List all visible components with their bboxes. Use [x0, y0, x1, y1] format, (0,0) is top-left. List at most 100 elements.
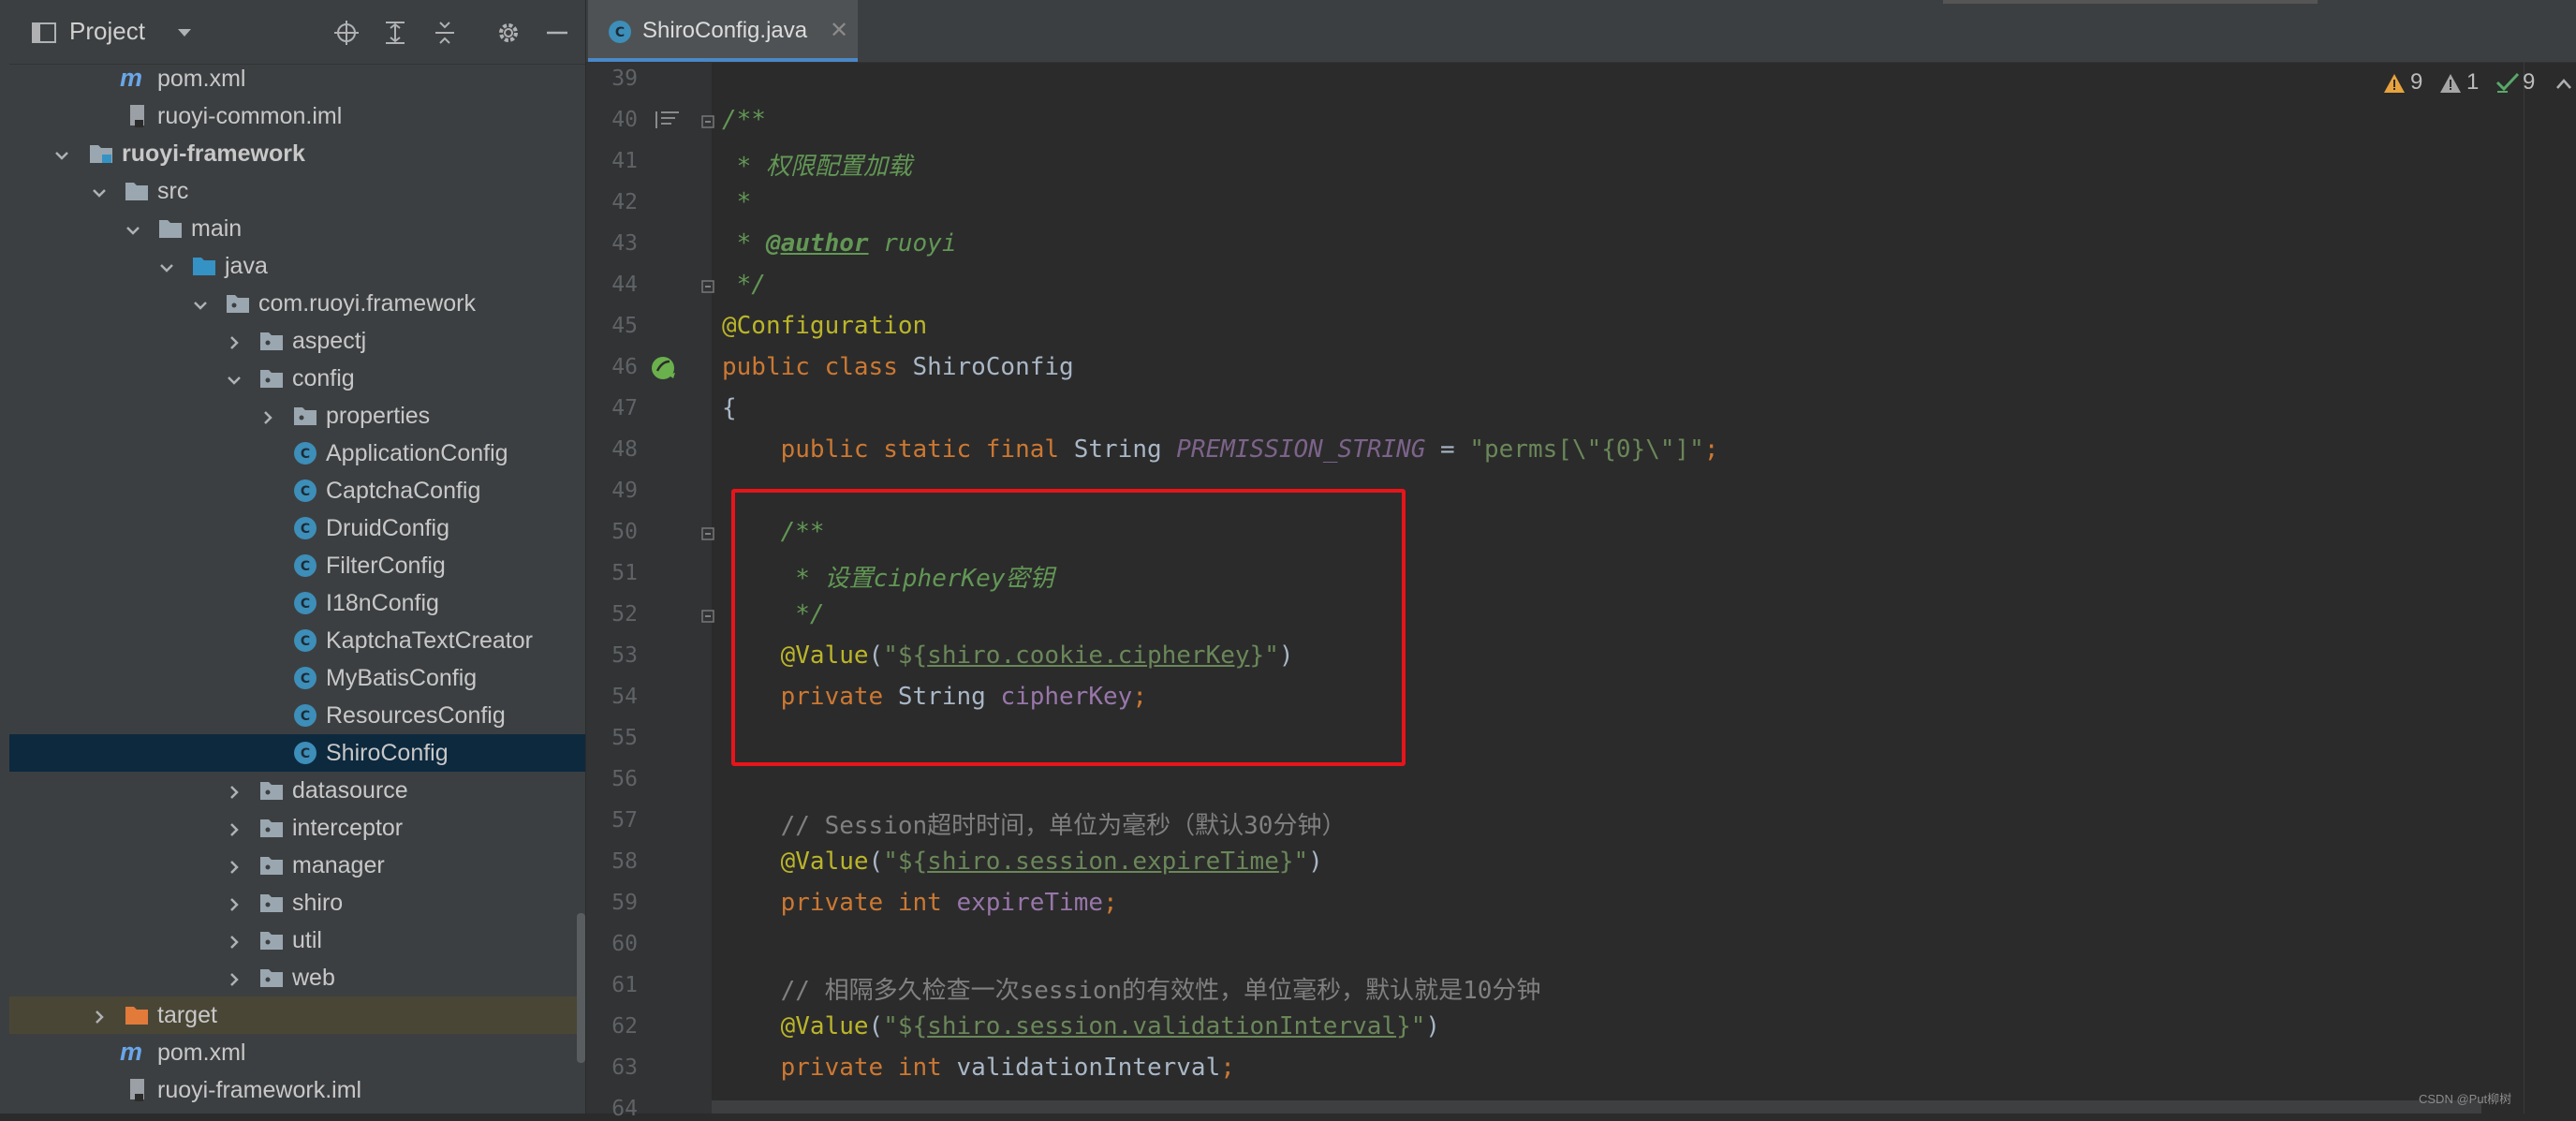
tree-item-applicationconfig[interactable]: C ApplicationConfig — [9, 435, 585, 472]
code-line[interactable]: // Session超时时间，单位为毫秒（默认30分钟） — [722, 806, 2501, 848]
package-icon — [258, 365, 285, 391]
tree-item-mybatisconfig[interactable]: C MyBatisConfig — [9, 659, 585, 697]
fold-icon[interactable] — [700, 526, 715, 541]
chevron-right-icon[interactable] — [225, 931, 243, 950]
tree-item-shiroconfig[interactable]: C ShiroConfig — [9, 734, 585, 772]
brace: { — [722, 394, 737, 422]
spring-bean-icon[interactable] — [649, 354, 679, 384]
code-line[interactable]: @Value("${shiro.session.validationInterv… — [722, 1012, 2501, 1054]
checkmark-icon[interactable] — [2495, 71, 2521, 94]
keyword: private int — [780, 1054, 942, 1082]
code-line[interactable]: // 相隔多久检查一次session的有效性，单位毫秒，默认就是10分钟 — [722, 971, 2501, 1012]
code-line[interactable]: private int validationInterval; — [722, 1054, 2501, 1095]
tree-item-config[interactable]: config — [9, 360, 585, 397]
horizontal-scrollbar[interactable] — [712, 1100, 2481, 1114]
warning-count[interactable]: 9 — [2410, 69, 2422, 96]
doc-comment: ruoyi — [868, 229, 957, 258]
chevron-up-icon[interactable] — [2554, 75, 2573, 94]
tab-shiroconfig-java[interactable]: C ShiroConfig.java ✕ — [588, 0, 858, 62]
tree-item-kaptchatextcreator[interactable]: C KaptchaTextCreator — [9, 622, 585, 659]
project-view-icon[interactable] — [30, 19, 58, 47]
chevron-right-icon[interactable] — [90, 1006, 109, 1025]
tree-item-resourcesconfig[interactable]: C ResourcesConfig — [9, 697, 585, 734]
chevron-down-icon[interactable] — [52, 144, 71, 163]
close-icon[interactable]: ✕ — [830, 17, 848, 43]
gear-icon[interactable] — [494, 19, 523, 47]
tree-item-captchaconfig[interactable]: C CaptchaConfig — [9, 472, 585, 509]
code-line[interactable]: */ — [722, 271, 2501, 312]
tree-item-label: I18nConfig — [326, 590, 439, 616]
tree-item-com-ruoyi-framework[interactable]: com.ruoyi.framework — [9, 285, 585, 322]
chevron-right-icon[interactable] — [225, 893, 243, 912]
tree-item-label: web — [292, 965, 335, 991]
keyword: public static final — [780, 435, 1060, 464]
code-line[interactable]: { — [722, 394, 2501, 435]
tree-item-ruoyi-framework[interactable]: ruoyi-framework — [9, 135, 585, 172]
tree-item-datasource[interactable]: datasource — [9, 772, 585, 809]
tree-item-ruoyi-framework-iml[interactable]: ruoyi-framework.iml — [9, 1071, 585, 1109]
tree-item-src[interactable]: src — [9, 172, 585, 210]
code-line[interactable]: private int expireTime; — [722, 889, 2501, 930]
chevron-down-icon[interactable] — [90, 182, 109, 200]
tree-item-manager[interactable]: manager — [9, 847, 585, 884]
code-line[interactable]: public static final String PREMISSION_ST… — [722, 435, 2501, 477]
code-line[interactable]: @Configuration — [722, 312, 2501, 353]
tree-item-main[interactable]: main — [9, 210, 585, 247]
locate-icon[interactable] — [332, 19, 361, 47]
code-line[interactable]: /** — [722, 106, 2501, 147]
weak-warning-icon[interactable] — [2439, 73, 2462, 94]
project-scrollbar[interactable] — [577, 913, 585, 1063]
tree-item-label: properties — [326, 403, 431, 429]
tree-item-druidconfig[interactable]: C DruidConfig — [9, 509, 585, 547]
tree-item-shiro[interactable]: shiro — [9, 884, 585, 922]
line-comment: // Session超时时间，单位为毫秒（默认30分钟） — [780, 812, 1347, 840]
chevron-down-icon[interactable] — [191, 294, 210, 313]
property-key[interactable]: shiro.session.expireTime — [927, 848, 1279, 876]
minimize-icon[interactable] — [543, 19, 571, 47]
fold-icon[interactable] — [700, 609, 715, 624]
fold-icon[interactable] — [700, 279, 715, 294]
tree-item-properties[interactable]: properties — [9, 397, 585, 435]
tree-item-label: ruoyi-framework — [122, 140, 305, 167]
project-panel-title[interactable]: Project — [69, 17, 145, 46]
code-line[interactable]: public class ShiroConfig — [722, 353, 2501, 394]
doc-comment: */ — [722, 271, 766, 299]
fold-icon[interactable] — [700, 114, 715, 129]
tree-item-web[interactable]: web — [9, 959, 585, 996]
ok-count[interactable]: 9 — [2523, 69, 2535, 96]
chevron-down-icon[interactable] — [170, 19, 199, 47]
tree-item-filterconfig[interactable]: C FilterConfig — [9, 547, 585, 584]
expand-all-icon[interactable] — [381, 19, 409, 47]
line-number: 39 — [611, 66, 638, 91]
tree-item-util[interactable]: util — [9, 922, 585, 959]
chevron-down-icon[interactable] — [157, 257, 176, 275]
tree-item-java[interactable]: java — [9, 247, 585, 285]
chevron-down-icon[interactable] — [225, 369, 243, 388]
chevron-right-icon[interactable] — [225, 968, 243, 987]
tree-item-interceptor[interactable]: interceptor — [9, 809, 585, 847]
tree-item-aspectj[interactable]: aspectj — [9, 322, 585, 360]
warning-icon[interactable] — [2383, 73, 2406, 94]
tree-item-pom-xml-2[interactable]: m pom.xml — [9, 1034, 585, 1071]
chevron-right-icon[interactable] — [225, 781, 243, 800]
collapse-all-icon[interactable] — [431, 19, 459, 47]
svg-text:C: C — [301, 447, 310, 462]
code-line[interactable]: * 权限配置加载 — [722, 147, 2501, 188]
chevron-right-icon[interactable] — [225, 856, 243, 875]
code-line[interactable]: * — [722, 188, 2501, 229]
chevron-right-icon[interactable] — [225, 819, 243, 837]
property-key[interactable]: shiro.session.validationInterval — [927, 1012, 1396, 1040]
tree-item-i18nconfig[interactable]: C I18nConfig — [9, 584, 585, 622]
code-line[interactable]: @Value("${shiro.session.expireTime}") — [722, 848, 2501, 889]
tree-item-label: main — [191, 215, 243, 242]
tree-item-label: CaptchaConfig — [326, 478, 481, 504]
tree-item-target[interactable]: target — [9, 996, 585, 1034]
chevron-right-icon[interactable] — [258, 406, 277, 425]
chevron-right-icon[interactable] — [225, 332, 243, 350]
chevron-down-icon[interactable] — [124, 219, 142, 238]
code-line[interactable]: * @author ruoyi — [722, 229, 2501, 271]
tree-item-pom-xml[interactable]: m pom.xml — [9, 60, 585, 97]
tree-item-ruoyi-common-iml[interactable]: ruoyi-common.iml — [9, 97, 585, 135]
weak-warning-count[interactable]: 1 — [2466, 69, 2479, 96]
rendered-doc-toggle-icon[interactable] — [655, 110, 681, 130]
